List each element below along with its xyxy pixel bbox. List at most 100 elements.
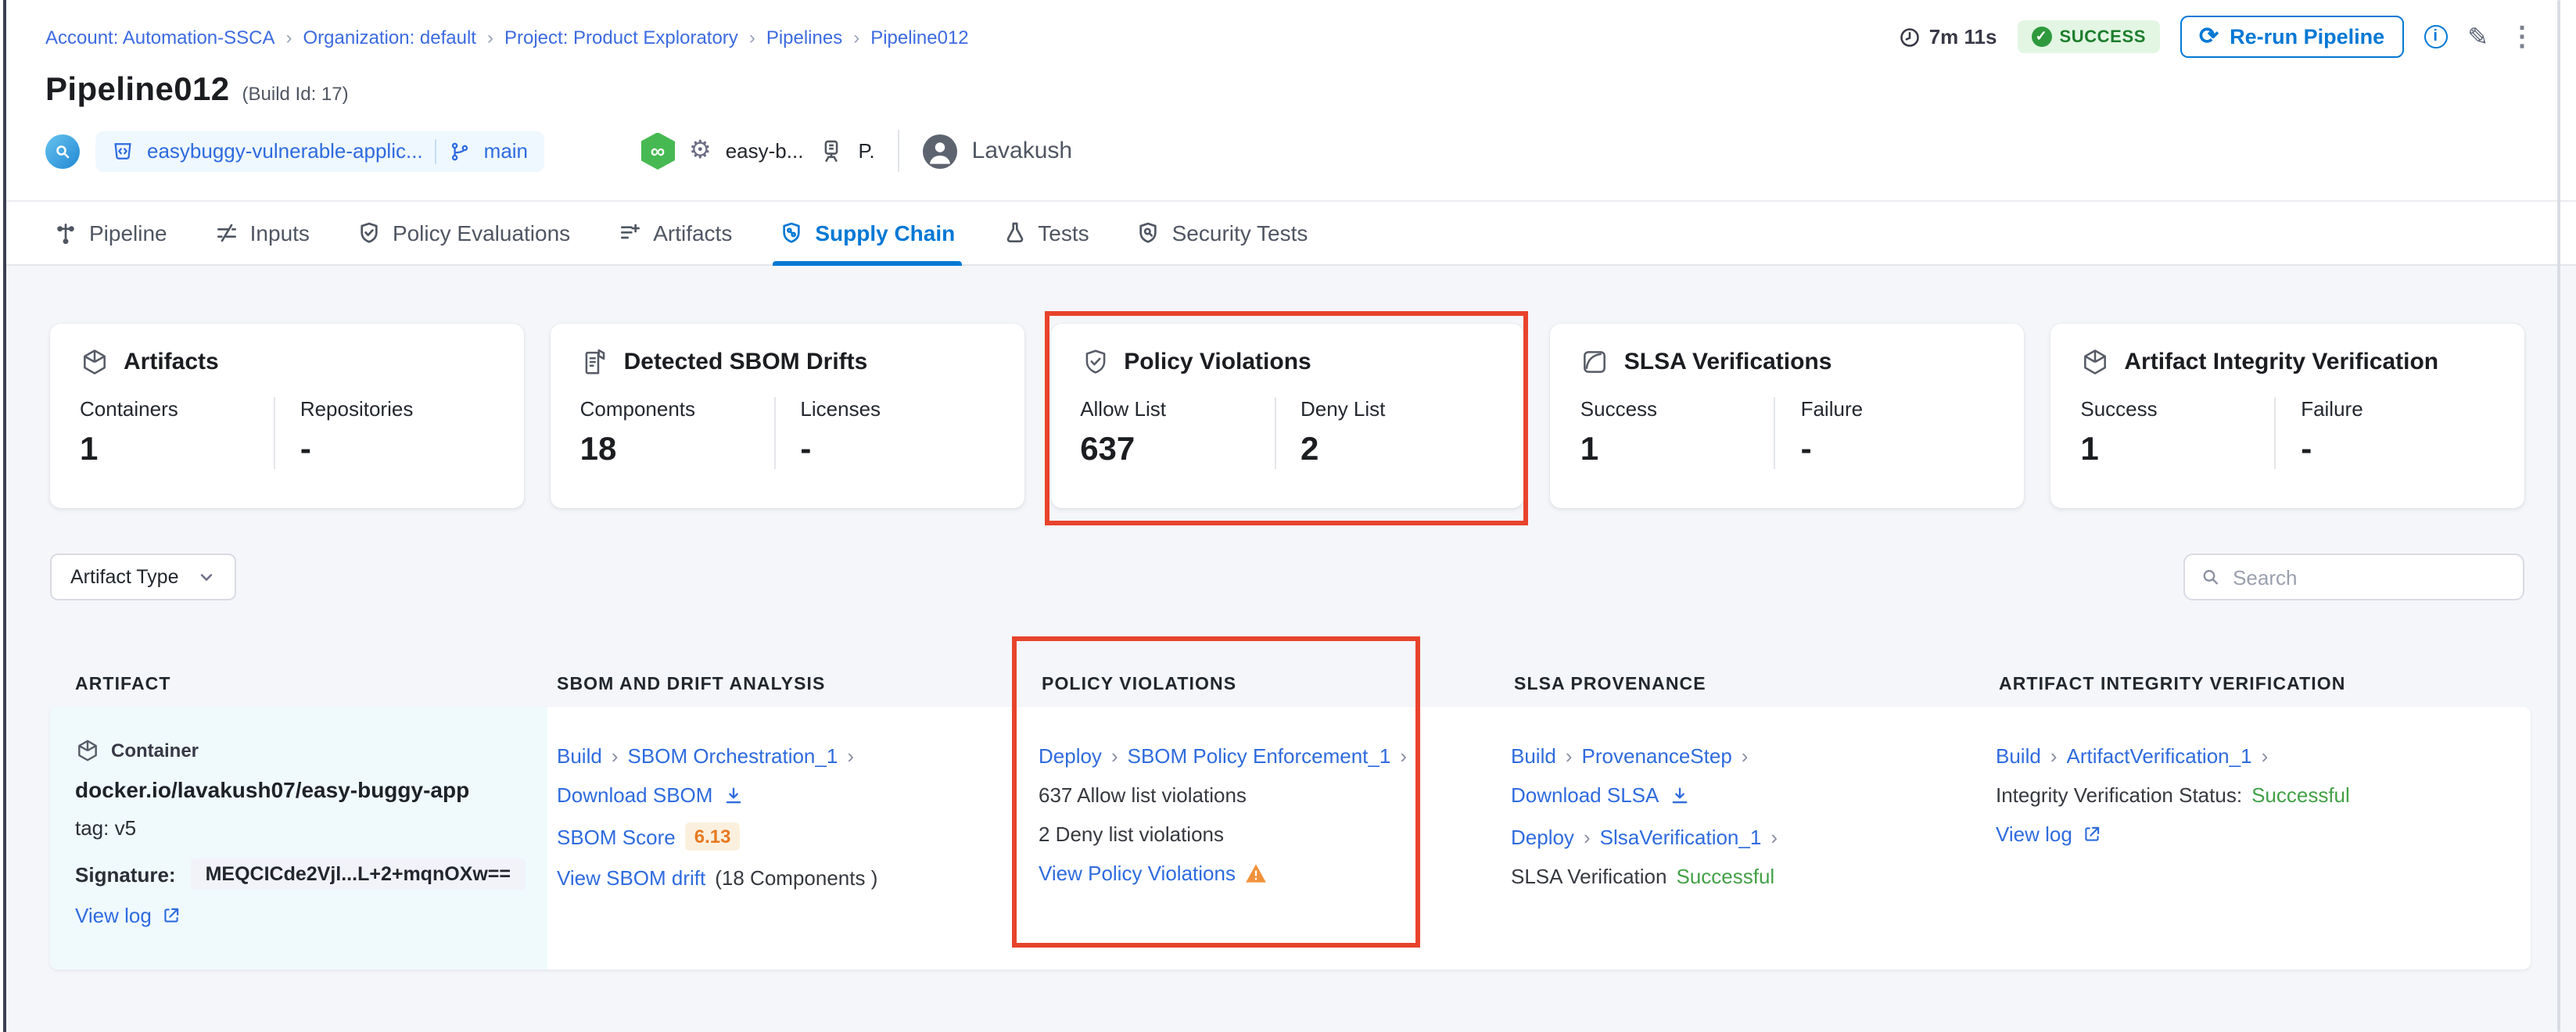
kebab-menu-icon[interactable]: ⋮ — [2509, 23, 2535, 50]
download-sbom-link[interactable]: Download SBOM — [557, 783, 712, 807]
codebase-icon — [45, 134, 80, 168]
col-header-sbom: SBOM AND DRIFT ANALYSIS — [557, 675, 826, 694]
chevron-right-icon: › — [1566, 744, 1573, 768]
breadcrumb-account[interactable]: Account: Automation-SSCA — [45, 26, 275, 48]
avatar — [924, 134, 958, 168]
step-link[interactable]: ProvenanceStep — [1582, 744, 1732, 768]
search-box[interactable] — [2183, 554, 2524, 600]
info-icon[interactable]: i — [2424, 25, 2447, 48]
tab-supply-chain[interactable]: Supply Chain — [779, 202, 955, 264]
repository-pill[interactable]: easybuggy-vulnerable-applic... main — [95, 131, 544, 171]
step-link[interactable]: SBOM Policy Enforcement_1 — [1128, 744, 1391, 768]
user-name: Lavakush — [972, 138, 1072, 164]
trigger-hexagon-icon: ∞ — [640, 132, 675, 170]
rerun-pipeline-button[interactable]: ⟳ Re-run Pipeline — [2180, 16, 2403, 58]
slsa-provenance-cell: Build › ProvenanceStep › Download SLSA D… — [1511, 707, 1778, 969]
breadcrumb-project[interactable]: Project: Product Exploratory — [504, 26, 738, 48]
artifact-tag: tag: v5 — [75, 816, 136, 840]
download-icon — [1668, 784, 1690, 806]
chevron-right-icon: › — [2050, 744, 2058, 768]
stage-link[interactable]: Deploy — [1039, 744, 1102, 768]
view-log-link[interactable]: View log — [1996, 822, 2072, 846]
col-header-integrity: ARTIFACT INTEGRITY VERIFICATION — [1999, 675, 2345, 694]
status-badge: ✓ SUCCESS — [2017, 20, 2160, 53]
policy-violations-cell: Deploy › SBOM Policy Enforcement_1 › 637… — [1039, 707, 1407, 969]
cube-icon — [2080, 347, 2110, 377]
repository-name: easybuggy-vulnerable-applic... — [147, 139, 423, 163]
tab-policy-evaluations[interactable]: Policy Evaluations — [357, 202, 570, 264]
supply-chain-content: Artifacts Containers1 Repositories- Dete… — [6, 266, 2576, 1032]
card-sbom-drifts: Detected SBOM Drifts Components18 Licens… — [551, 324, 1024, 508]
slsa-verification-label: SLSA Verification — [1511, 865, 1667, 888]
warning-triangle-icon — [1245, 863, 1267, 883]
chevron-right-icon: › — [853, 26, 859, 48]
cube-icon — [75, 738, 100, 763]
signature-label: Signature: — [75, 862, 176, 886]
pipeline-icon — [53, 220, 78, 245]
branch-name: main — [484, 139, 528, 163]
sbom-document-icon — [580, 347, 610, 377]
search-input[interactable] — [2233, 565, 2507, 589]
context-divider — [899, 130, 900, 172]
external-link-icon — [2082, 824, 2102, 844]
cube-icon — [80, 347, 109, 377]
chevron-right-icon: › — [749, 26, 755, 48]
view-log-link[interactable]: View log — [75, 904, 152, 927]
signature-value[interactable]: MEQCICde2Vjl...L+2+mqnOXw== — [192, 858, 525, 890]
pipeline-execution-page: Account: Automation-SSCA › Organization:… — [0, 0, 2576, 1032]
breadcrumb-organization[interactable]: Organization: default — [303, 26, 477, 48]
chevron-right-icon: › — [487, 26, 493, 48]
delegate-label: P. — [858, 139, 874, 163]
step-link[interactable]: SlsaVerification_1 — [1600, 826, 1762, 849]
shield-check-icon — [357, 220, 382, 245]
tab-bar: Pipeline Inputs Policy Evaluations Artif… — [6, 200, 2576, 266]
build-id: (Build Id: 17) — [242, 83, 349, 105]
tab-tests[interactable]: Tests — [1002, 202, 1089, 264]
check-circle-icon: ✓ — [2031, 27, 2051, 47]
drift-components-count: (18 Components ) — [715, 866, 877, 890]
shield-check-icon — [1080, 347, 1110, 377]
breadcrumb-pipelines[interactable]: Pipelines — [766, 26, 842, 48]
vertical-scrollbar[interactable] — [2556, 0, 2560, 1032]
col-header-artifact: ARTIFACT — [75, 675, 171, 694]
deny-list-violations: 2 Deny list violations — [1039, 822, 1224, 846]
chevron-right-icon: › — [286, 26, 292, 48]
stage-link[interactable]: Build — [1996, 744, 2041, 768]
chevron-right-icon: › — [1111, 744, 1118, 768]
step-link[interactable]: SBOM Orchestration_1 — [628, 744, 838, 768]
tab-inputs[interactable]: Inputs — [214, 202, 310, 264]
summary-cards: Artifacts Containers1 Repositories- Dete… — [50, 324, 2524, 508]
tab-artifacts[interactable]: Artifacts — [617, 202, 732, 264]
gear-icon: ⚙ — [689, 138, 712, 163]
step-link[interactable]: ArtifactVerification_1 — [2067, 744, 2252, 768]
artifact-type-dropdown[interactable]: Artifact Type — [50, 554, 237, 600]
chevron-right-icon: › — [1584, 826, 1591, 849]
pill-divider — [436, 138, 437, 163]
card-policy-violations: Policy Violations Allow List637 Deny Lis… — [1050, 324, 1524, 508]
tab-security-tests[interactable]: Security Tests — [1136, 202, 1308, 264]
integrity-verification-cell: Build › ArtifactVerification_1 › Integri… — [1996, 707, 2350, 969]
view-sbom-drift-link[interactable]: View SBOM drift — [557, 866, 705, 890]
trigger-context: ∞ ⚙ easy-b... P. — [640, 132, 875, 170]
stage-link[interactable]: Deploy — [1511, 826, 1574, 849]
chevron-right-icon: › — [1400, 744, 1407, 768]
artifact-cell: Container docker.io/lavakush07/easy-bugg… — [75, 707, 525, 969]
tab-pipeline[interactable]: Pipeline — [53, 202, 167, 264]
trigger-name[interactable]: easy-b... — [726, 139, 804, 163]
chevron-down-icon — [198, 568, 217, 586]
chevron-right-icon: › — [847, 744, 854, 768]
stage-link[interactable]: Build — [557, 744, 602, 768]
artifact-row: Container docker.io/lavakush07/easy-bugg… — [50, 707, 2531, 969]
download-icon — [722, 784, 744, 806]
sbom-score-link[interactable]: SBOM Score — [557, 825, 676, 848]
download-slsa-link[interactable]: Download SLSA — [1511, 783, 1659, 807]
user-group: Lavakush — [924, 134, 1072, 168]
breadcrumb-pipeline012[interactable]: Pipeline012 — [870, 26, 968, 48]
edit-pencil-icon[interactable]: ✎ — [2467, 21, 2488, 52]
chevron-right-icon: › — [1771, 826, 1778, 849]
stage-link[interactable]: Build — [1511, 744, 1556, 768]
view-policy-violations-link[interactable]: View Policy Violations — [1039, 862, 1236, 885]
allow-list-violations: 637 Allow list violations — [1039, 783, 1247, 807]
card-artifact-integrity: Artifact Integrity Verification Success1… — [2050, 324, 2524, 508]
slsa-badge-icon — [1580, 347, 1610, 377]
